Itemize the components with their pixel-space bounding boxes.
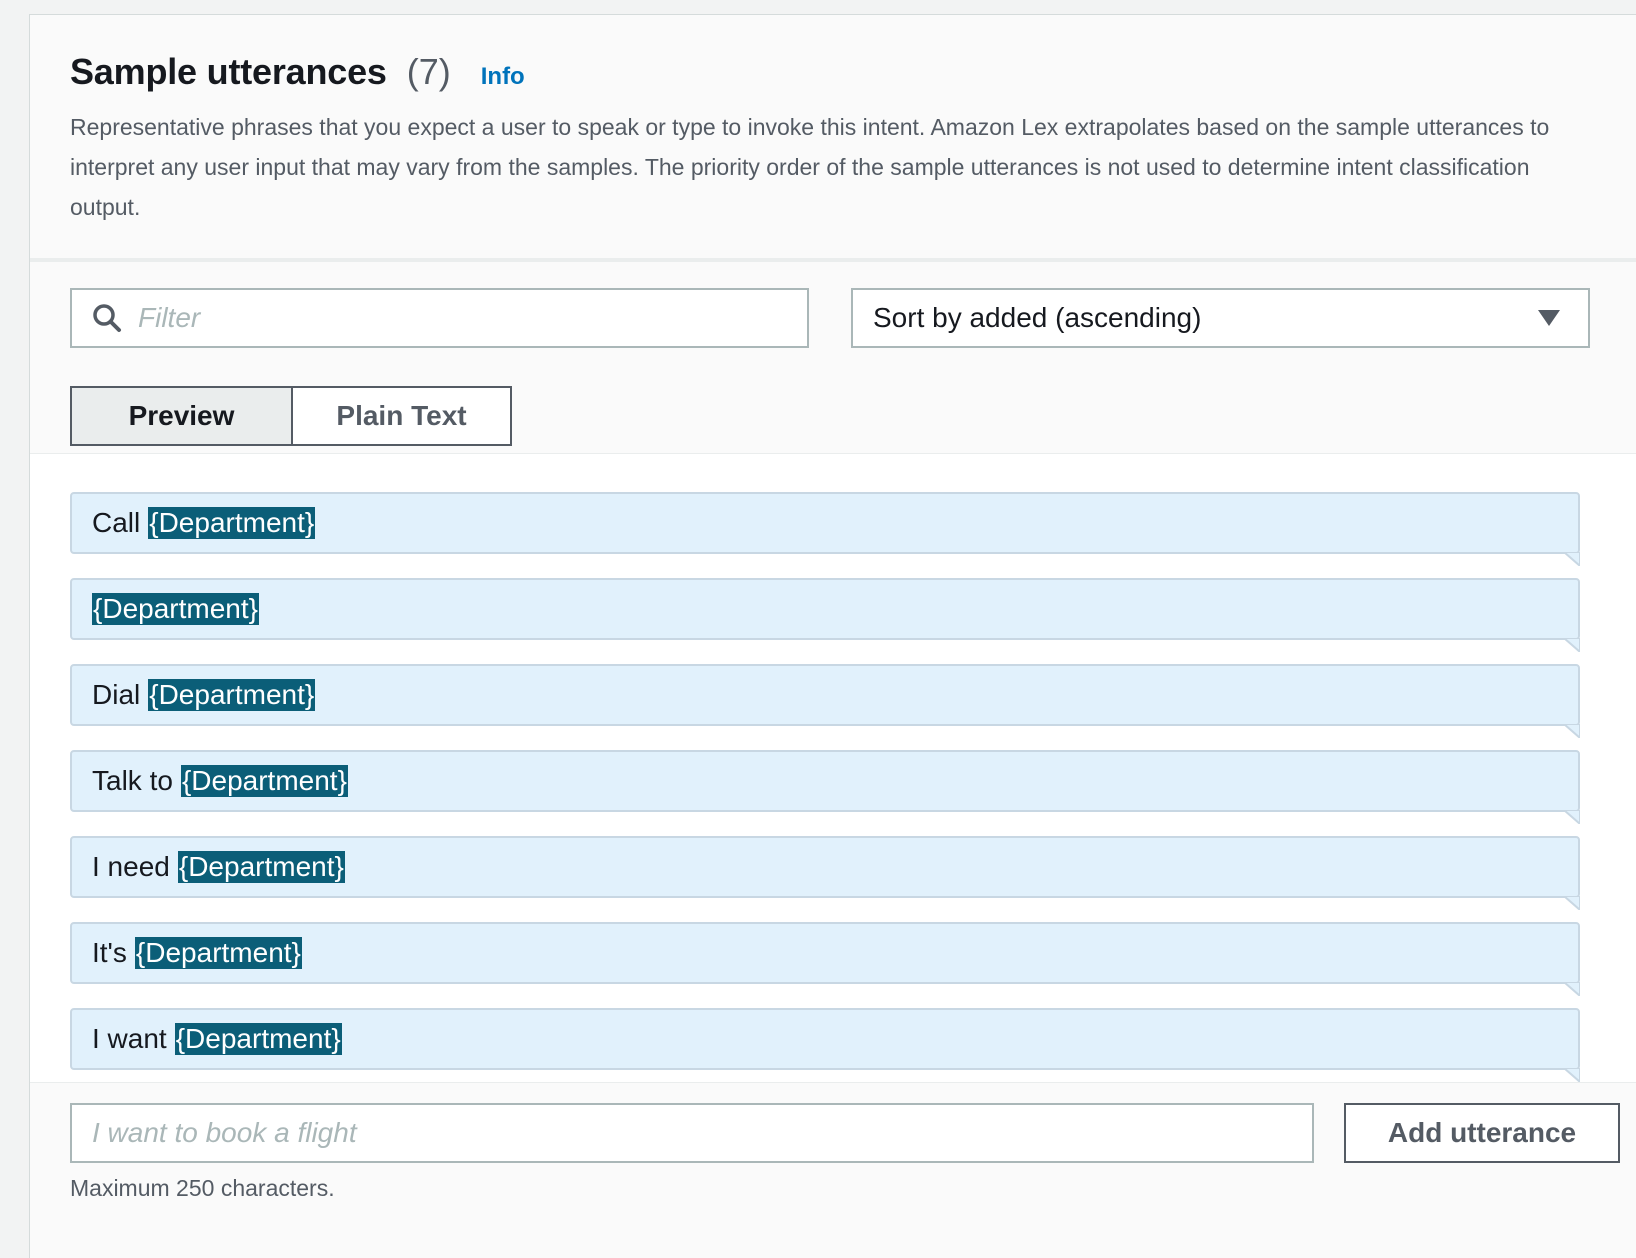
sort-select[interactable]: Sort by added (ascending) xyxy=(851,288,1590,348)
filter-input[interactable] xyxy=(136,301,760,335)
speech-tail xyxy=(1564,810,1580,824)
slot-tag: {Department} xyxy=(174,1023,342,1055)
utterance-text: Talk to xyxy=(92,765,173,796)
new-utterance-input[interactable] xyxy=(70,1103,1314,1163)
utterance-item[interactable]: It's {Department} xyxy=(70,922,1580,996)
caret-down-icon xyxy=(1538,310,1560,326)
panel-title: Sample utterances xyxy=(70,51,387,92)
speech-tail xyxy=(1564,896,1580,910)
sort-select-value: Sort by added (ascending) xyxy=(873,302,1202,333)
speech-tail xyxy=(1564,1068,1580,1082)
utterance-item[interactable]: I need {Department} xyxy=(70,836,1580,910)
slot-tag: {Department} xyxy=(92,593,259,625)
utterance-text: I need xyxy=(92,851,170,882)
slot-tag: {Department} xyxy=(148,507,316,539)
speech-tail xyxy=(1564,552,1580,566)
utterance-count: (7) xyxy=(406,51,451,92)
utterance-text: Call xyxy=(92,507,141,538)
controls-area: Sort by added (ascending) Preview Plain … xyxy=(30,262,1636,454)
panel-description: Representative phrases that you expect a… xyxy=(70,114,1550,220)
preview-tab[interactable]: Preview xyxy=(72,388,293,444)
slot-tag: {Department} xyxy=(180,765,348,797)
slot-tag: {Department} xyxy=(148,679,316,711)
slot-tag: {Department} xyxy=(134,937,302,969)
utterance-text: It's xyxy=(92,937,127,968)
view-toggle: Preview Plain Text xyxy=(70,386,512,446)
utterance-text: I want xyxy=(92,1023,167,1054)
filter-box[interactable] xyxy=(70,288,809,348)
utterance-text: Dial xyxy=(92,679,141,710)
character-limit-hint: Maximum 250 characters. xyxy=(70,1175,335,1201)
speech-tail xyxy=(1564,724,1580,738)
utterance-item[interactable]: Dial {Department} xyxy=(70,664,1580,738)
add-utterance-footer: Add utterance Maximum 250 characters. xyxy=(30,1082,1636,1258)
add-utterance-button[interactable]: Add utterance xyxy=(1344,1103,1620,1163)
panel-header: Sample utterances (7) Info Representativ… xyxy=(30,15,1636,262)
info-link[interactable]: Info xyxy=(481,63,525,91)
title-row: Sample utterances (7) Info xyxy=(70,51,1592,93)
utterance-list: Call {Department} {Department} Dial {Dep… xyxy=(30,454,1636,1109)
slot-tag: {Department} xyxy=(177,851,345,883)
utterance-item[interactable]: {Department} xyxy=(70,578,1580,652)
plain-text-tab[interactable]: Plain Text xyxy=(293,388,510,444)
utterance-item[interactable]: Talk to {Department} xyxy=(70,750,1580,824)
utterance-item[interactable]: Call {Department} xyxy=(70,492,1580,566)
sample-utterances-panel: Sample utterances (7) Info Representativ… xyxy=(29,14,1636,1258)
speech-tail xyxy=(1564,638,1580,652)
utterance-item[interactable]: I want {Department} xyxy=(70,1008,1580,1082)
search-icon xyxy=(93,304,121,332)
speech-tail xyxy=(1564,982,1580,996)
